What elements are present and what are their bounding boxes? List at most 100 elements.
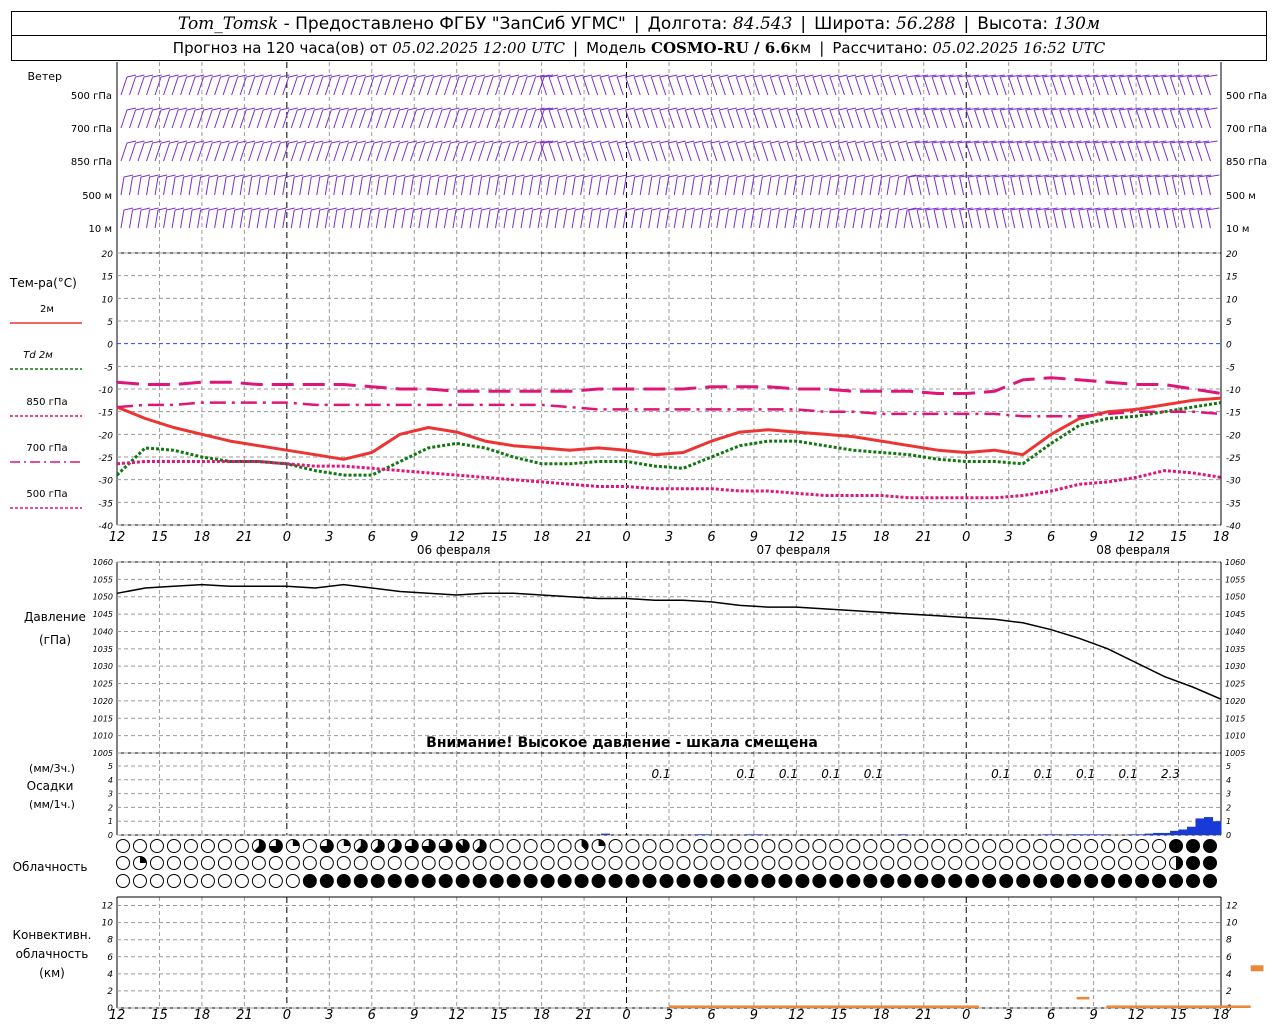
wind-barb: [718, 107, 729, 129]
date-label: 08 февраля: [1096, 543, 1170, 557]
cloud-symbol: [336, 874, 351, 888]
wind-barb: [418, 74, 435, 96]
wind-barb: [752, 140, 763, 162]
x-tick-label: 6: [1047, 1008, 1055, 1023]
wind-barb: [786, 74, 797, 96]
wind-barb: [616, 140, 627, 162]
wind-barb: [375, 107, 392, 129]
precip-bar: [1144, 833, 1154, 835]
wind-barb: [880, 140, 891, 162]
cloud-symbol: [1118, 874, 1133, 888]
pressure-panel: 1060 1060 1055 1055 1050 1050 1045 1045 1040 1040…: [93, 558, 1246, 758]
convective-tick-label: 6: [107, 953, 113, 963]
pressure-tick-label: 1030: [93, 662, 113, 671]
cloud-symbol: [1067, 874, 1082, 888]
cloud-symbol: [897, 874, 912, 888]
wind-barb: [341, 74, 358, 96]
x-tick-label: 0: [283, 1008, 291, 1023]
cloud-symbol: [693, 874, 708, 888]
cloud-symbol: [778, 856, 793, 870]
wind-barb: [676, 107, 686, 129]
cloud-symbol: [608, 874, 623, 888]
wind-barb: [197, 140, 213, 162]
wind-barb: [556, 107, 567, 129]
x-tick-label: 18: [1213, 1008, 1230, 1023]
precip-tick-label: 2: [108, 803, 113, 812]
wind-barb: [599, 140, 610, 162]
wind-barb: [967, 174, 982, 196]
cloud-symbol: [387, 874, 402, 888]
cloud-symbol: [829, 874, 844, 888]
wind-barb: [761, 107, 771, 129]
x-tick-label: 15: [151, 530, 168, 545]
cloud-symbol: [642, 856, 657, 870]
wind-barb: [231, 140, 247, 162]
pressure-tick-label-right: 1050: [1225, 593, 1245, 602]
wind-title: Ветер: [28, 70, 62, 83]
cloud-symbol: [727, 874, 742, 888]
wind-barb: [608, 107, 618, 129]
cloud-symbol: [1050, 856, 1065, 870]
wind-barb: [392, 140, 409, 162]
x-tick-label: 12: [109, 1008, 126, 1023]
cloud-symbol: [506, 874, 521, 888]
wind-barb: [795, 74, 806, 96]
cloud-symbol: [625, 856, 640, 870]
wind-barb: [248, 107, 264, 129]
cloud-symbol: [982, 874, 997, 888]
cloud-symbol: [116, 856, 130, 870]
precip-bar: [1042, 834, 1052, 835]
wind-barb: [299, 74, 315, 96]
wind-barb: [333, 74, 349, 96]
precip-value-label: 0.1: [991, 767, 1010, 781]
cloud-symbol: [897, 839, 912, 853]
wind-barb: [897, 107, 908, 129]
wind-barb: [942, 207, 956, 229]
cloud-symbol: [931, 856, 946, 870]
wind-barb: [290, 74, 307, 96]
pressure-tick-label: 1050: [93, 593, 113, 602]
wind-barb: [529, 140, 545, 162]
wind-barb: [854, 140, 865, 162]
cloud-symbol: [1135, 839, 1150, 853]
cloud-symbol: [931, 874, 946, 888]
wind-barb: [290, 107, 307, 129]
wind-barb: [367, 140, 383, 162]
wind-barb: [769, 140, 780, 162]
wind-barb: [341, 107, 358, 129]
cloud-symbol: [914, 856, 929, 870]
cloud-symbol: [1084, 839, 1099, 853]
x-tick-label: 0: [622, 1008, 630, 1023]
wind-barb: [820, 74, 831, 96]
cloud-symbol: [982, 856, 997, 870]
precip-bar: [1204, 817, 1214, 835]
precip-tick-label: 1: [108, 817, 113, 826]
wind-barb: [503, 140, 520, 162]
wind-barb: [642, 140, 652, 162]
precip-title: Осадки: [27, 779, 74, 793]
cloud-symbol: [132, 874, 147, 888]
wind-barb: [239, 107, 256, 129]
wind-barb: [307, 107, 324, 129]
wind-barb: [701, 74, 712, 96]
x-tick-label: 18: [533, 530, 550, 545]
x-tick-label: 15: [831, 530, 848, 545]
cloud-fill: [139, 856, 147, 863]
wind-barb: [503, 107, 520, 129]
cloud-symbol: [489, 856, 504, 870]
cloud-symbol: [455, 874, 470, 888]
x-tick-label: 15: [491, 530, 508, 545]
wind-barb: [392, 74, 409, 96]
cloud-symbol: [914, 839, 929, 853]
precip-value-label: 0.1: [1034, 767, 1053, 781]
wind-barb: [350, 140, 366, 162]
wind-barb: [795, 107, 806, 129]
cloud-symbol: [1084, 874, 1099, 888]
x-tick-label: 3: [325, 1008, 333, 1023]
wind-barb: [205, 140, 222, 162]
wind-barb: [1188, 207, 1203, 229]
wind-barb: [976, 174, 990, 196]
wind-barb: [154, 140, 171, 162]
x-tick-label: 21: [915, 530, 932, 545]
cloud-symbol: [608, 839, 623, 853]
